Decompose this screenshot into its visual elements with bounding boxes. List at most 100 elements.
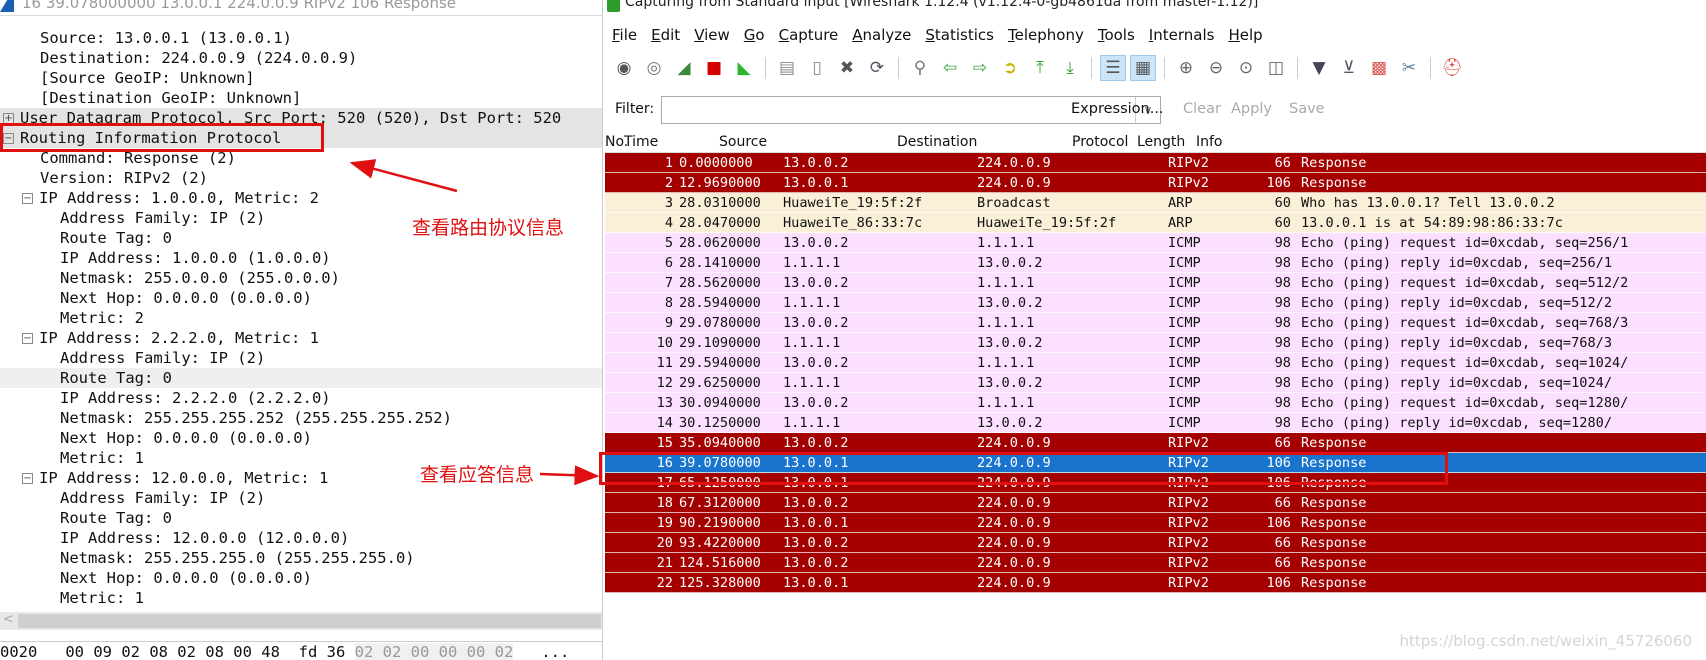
coloring-rules-button[interactable]: ▩ bbox=[1366, 55, 1392, 81]
go-to-packet-button[interactable]: ➲ bbox=[997, 55, 1023, 81]
zoom-in-button[interactable]: ⊕ bbox=[1173, 55, 1199, 81]
packet-row[interactable]: 12 29.6250000 1.1.1.1 13.0.0.2 ICMP 98 Echo (p… bbox=[605, 373, 1706, 393]
collapse-icon[interactable]: − bbox=[22, 193, 33, 204]
packet-length: 98 bbox=[1274, 235, 1291, 251]
menu-tools[interactable]: Tools bbox=[1091, 22, 1142, 48]
packet-row[interactable]: 1 0.0000000 13.0.0.2 224.0.0.9 RIPv2 66 Respon… bbox=[605, 153, 1706, 173]
tree-item[interactable]: Version: RIPv2 (2) bbox=[0, 168, 602, 188]
tree-item[interactable]: Metric: 2 bbox=[0, 308, 602, 328]
packet-protocol: ICMP bbox=[1168, 255, 1201, 271]
tree-item[interactable]: Netmask: 255.255.255.252 (255.255.255.25… bbox=[0, 408, 602, 428]
packet-row[interactable]: 19 90.2190000 13.0.0.1 224.0.0.9 RIPv2 106 Res… bbox=[605, 513, 1706, 533]
column-header-source[interactable]: Source bbox=[719, 134, 767, 150]
scrollbar-thumb[interactable] bbox=[18, 614, 601, 628]
column-header-time[interactable]: Time bbox=[624, 134, 658, 150]
menu-go[interactable]: Go bbox=[737, 22, 772, 48]
packet-row[interactable]: 18 67.3120000 13.0.0.2 224.0.0.9 RIPv2 66 Resp… bbox=[605, 493, 1706, 513]
packet-row[interactable]: 2 12.9690000 13.0.0.1 224.0.0.9 RIPv2 106 Resp… bbox=[605, 173, 1706, 193]
menu-statistics[interactable]: Statistics bbox=[918, 22, 1001, 48]
menu-capture[interactable]: Capture bbox=[772, 22, 846, 48]
tree-item[interactable]: − IP Address: 1.0.0.0, Metric: 2 bbox=[0, 188, 602, 208]
normal-size-button[interactable]: ⊙ bbox=[1233, 55, 1259, 81]
apply-button[interactable]: Apply bbox=[1231, 101, 1272, 117]
packet-row[interactable]: 14 30.1250000 1.1.1.1 13.0.0.2 ICMP 98 Echo (p… bbox=[605, 413, 1706, 433]
tree-item[interactable]: − IP Address: 2.2.2.0, Metric: 1 bbox=[0, 328, 602, 348]
first-packet-button[interactable]: ⤒ bbox=[1027, 55, 1053, 81]
packet-row[interactable]: 3 28.0310000 HuaweiTe_19:5f:2f Broadcast ARP… bbox=[605, 193, 1706, 213]
tree-item[interactable]: Route Tag: 0 bbox=[0, 368, 602, 388]
scroll-left-icon[interactable]: < bbox=[3, 612, 14, 627]
packet-row[interactable]: 22 125.328000 13.0.0.1 224.0.0.9 RIPv2 106 Res… bbox=[605, 573, 1706, 593]
packet-row[interactable]: 20 93.4220000 13.0.0.2 224.0.0.9 RIPv2 66 Resp… bbox=[605, 533, 1706, 553]
tree-item[interactable]: Metric: 1 bbox=[0, 588, 602, 608]
expression-button[interactable]: Expression... bbox=[1071, 101, 1164, 117]
collapse-icon[interactable]: − bbox=[22, 473, 33, 484]
tree-item-label: Netmask: 255.255.255.0 (255.255.255.0) bbox=[60, 549, 415, 567]
tree-item[interactable]: Netmask: 255.255.255.0 (255.255.255.0) bbox=[0, 548, 602, 568]
menu-view[interactable]: View bbox=[687, 22, 737, 48]
preferences-button[interactable]: ✂ bbox=[1396, 55, 1422, 81]
tree-item[interactable]: Next Hop: 0.0.0.0 (0.0.0.0) bbox=[0, 288, 602, 308]
tree-item[interactable]: IP Address: 1.0.0.0 (1.0.0.0) bbox=[0, 248, 602, 268]
last-packet-button[interactable]: ⤓ bbox=[1057, 55, 1083, 81]
find-packet-button[interactable]: ⚲ bbox=[907, 55, 933, 81]
interfaces-button[interactable]: ◉ bbox=[611, 55, 637, 81]
tree-item[interactable]: [Source GeoIP: Unknown] bbox=[0, 68, 602, 88]
menu-analyze[interactable]: Analyze bbox=[845, 22, 918, 48]
packet-row[interactable]: 11 29.5940000 13.0.0.2 1.1.1.1 ICMP 98 Echo (p… bbox=[605, 353, 1706, 373]
packet-row[interactable]: 9 29.0780000 13.0.0.2 1.1.1.1 ICMP 98 Echo (pi… bbox=[605, 313, 1706, 333]
menu-telephony[interactable]: Telephony bbox=[1001, 22, 1091, 48]
resize-columns-button[interactable]: ◫ bbox=[1263, 55, 1289, 81]
tree-item[interactable]: [Destination GeoIP: Unknown] bbox=[0, 88, 602, 108]
zoom-out-button[interactable]: ⊖ bbox=[1203, 55, 1229, 81]
packet-row[interactable]: 15 35.0940000 13.0.0.2 224.0.0.9 RIPv2 66 Resp… bbox=[605, 433, 1706, 453]
packet-row[interactable]: 6 28.1410000 1.1.1.1 13.0.0.2 ICMP 98 Echo (pi… bbox=[605, 253, 1706, 273]
close-file-button[interactable]: ✖ bbox=[834, 55, 860, 81]
menu-internals[interactable]: Internals bbox=[1142, 22, 1222, 48]
horizontal-scrollbar[interactable]: < bbox=[0, 612, 602, 630]
stop-capture-button[interactable]: ■ bbox=[701, 55, 727, 81]
display-filters-button[interactable]: ⊻ bbox=[1336, 55, 1362, 81]
packet-row[interactable]: 8 28.5940000 1.1.1.1 13.0.0.2 ICMP 98 Echo (pi… bbox=[605, 293, 1706, 313]
capture-filters-button[interactable]: ▼ bbox=[1306, 55, 1332, 81]
column-header-length[interactable]: Length bbox=[1137, 134, 1185, 150]
tree-item[interactable]: Address Family: IP (2) bbox=[0, 488, 602, 508]
menu-help[interactable]: Help bbox=[1221, 22, 1269, 48]
tree-item[interactable]: IP Address: 12.0.0.0 (12.0.0.0) bbox=[0, 528, 602, 548]
packet-row[interactable]: 4 28.0470000 HuaweiTe_86:33:7c HuaweiTe_19:… bbox=[605, 213, 1706, 233]
column-header-info[interactable]: Info bbox=[1196, 134, 1223, 150]
tree-item[interactable]: Netmask: 255.0.0.0 (255.0.0.0) bbox=[0, 268, 602, 288]
tree-item[interactable]: Next Hop: 0.0.0.0 (0.0.0.0) bbox=[0, 428, 602, 448]
menu-file[interactable]: File bbox=[605, 22, 644, 48]
save-filter-button[interactable]: Save bbox=[1289, 101, 1325, 117]
watermark: https://blog.csdn.net/weixin_45726060 bbox=[1399, 632, 1692, 650]
help-button[interactable]: ⛑ bbox=[1439, 55, 1465, 81]
collapse-icon[interactable]: − bbox=[22, 333, 33, 344]
tree-item[interactable]: Route Tag: 0 bbox=[0, 508, 602, 528]
auto-scroll-button[interactable]: ▦ bbox=[1130, 55, 1156, 81]
tree-item[interactable]: Destination: 224.0.0.9 (224.0.0.9) bbox=[0, 48, 602, 68]
column-header-destination[interactable]: Destination bbox=[897, 134, 977, 150]
column-header-protocol[interactable]: Protocol bbox=[1072, 134, 1128, 150]
go-forward-button[interactable]: ⇨ bbox=[967, 55, 993, 81]
tree-item[interactable]: Address Family: IP (2) bbox=[0, 348, 602, 368]
packet-row[interactable]: 7 28.5620000 13.0.0.2 1.1.1.1 ICMP 98 Echo (pi… bbox=[605, 273, 1706, 293]
go-back-button[interactable]: ⇦ bbox=[937, 55, 963, 81]
colorize-button[interactable]: ☰ bbox=[1100, 55, 1126, 81]
packet-row[interactable]: 21 124.516000 13.0.0.2 224.0.0.9 RIPv2 66 Resp… bbox=[605, 553, 1706, 573]
start-capture-button[interactable]: ◢ bbox=[671, 55, 697, 81]
tree-item[interactable]: IP Address: 2.2.2.0 (2.2.2.0) bbox=[0, 388, 602, 408]
open-file-button[interactable]: ▤ bbox=[774, 55, 800, 81]
menu-edit[interactable]: Edit bbox=[644, 22, 687, 48]
restart-capture-button[interactable]: ◣ bbox=[731, 55, 757, 81]
tree-item[interactable]: Source: 13.0.0.1 (13.0.0.1) bbox=[0, 28, 602, 48]
options-button[interactable]: ◎ bbox=[641, 55, 667, 81]
clear-button[interactable]: Clear bbox=[1183, 101, 1221, 117]
save-file-button[interactable]: ▯ bbox=[804, 55, 830, 81]
reload-button[interactable]: ⟳ bbox=[864, 55, 890, 81]
packet-row[interactable]: 5 28.0620000 13.0.0.2 1.1.1.1 ICMP 98 Echo (pi… bbox=[605, 233, 1706, 253]
tree-item[interactable]: Next Hop: 0.0.0.0 (0.0.0.0) bbox=[0, 568, 602, 588]
packet-protocol: RIPv2 bbox=[1168, 155, 1209, 171]
packet-row[interactable]: 13 30.0940000 13.0.0.2 1.1.1.1 ICMP 98 Echo (p… bbox=[605, 393, 1706, 413]
packet-row[interactable]: 10 29.1090000 1.1.1.1 13.0.0.2 ICMP 98 Echo (p… bbox=[605, 333, 1706, 353]
